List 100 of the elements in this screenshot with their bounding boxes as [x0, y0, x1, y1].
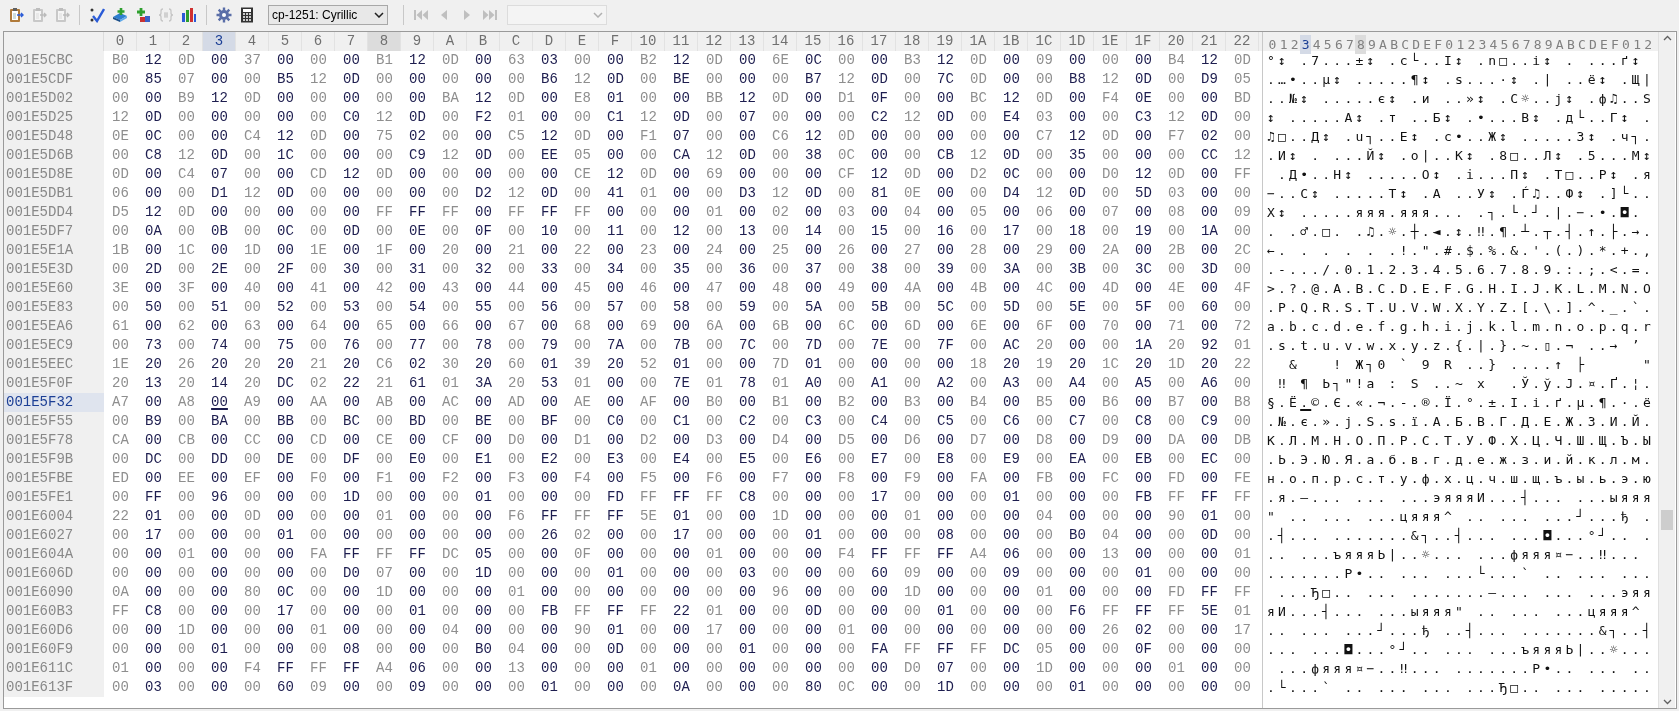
hex-byte-cell[interactable]: D7 — [962, 431, 995, 450]
hex-byte-cell[interactable]: 00 — [533, 564, 566, 583]
hex-byte-cell[interactable]: 0F — [1127, 640, 1160, 659]
hex-byte-cell[interactable]: FF — [533, 203, 566, 222]
hex-byte-cell[interactable]: 52 — [269, 298, 302, 317]
hex-byte-cell[interactable]: 00 — [698, 412, 731, 431]
hex-byte-cell[interactable]: 81 — [863, 184, 896, 203]
hex-byte-cell[interactable]: 00 — [467, 393, 500, 412]
hex-byte-cell[interactable]: 5E — [632, 507, 665, 526]
hex-byte-cell[interactable]: 00 — [434, 127, 467, 146]
hex-byte-cell[interactable]: 12 — [797, 127, 830, 146]
hex-byte-cell[interactable]: 00 — [533, 165, 566, 184]
hex-byte-cell[interactable]: F6 — [500, 507, 533, 526]
hex-byte-cell[interactable]: 00 — [797, 621, 830, 640]
hex-byte-cell[interactable]: D0 — [335, 564, 368, 583]
hex-byte-cell[interactable]: 00 — [302, 640, 335, 659]
hex-byte-cell[interactable]: FF — [896, 640, 929, 659]
hex-byte-cell[interactable]: 00 — [269, 317, 302, 336]
hex-byte-cell[interactable]: 00 — [434, 184, 467, 203]
hex-byte-cell[interactable]: 02 — [566, 526, 599, 545]
hex-byte-cell[interactable]: 01 — [1028, 583, 1061, 602]
hex-byte-cell[interactable]: 00 — [632, 583, 665, 602]
hex-byte-cell[interactable]: D5 — [104, 203, 137, 222]
hex-byte-cell[interactable]: 12 — [764, 184, 797, 203]
hex-byte-cell[interactable]: 80 — [797, 678, 830, 697]
hex-byte-cell[interactable]: BD — [1226, 89, 1259, 108]
hex-byte-cell[interactable]: 00 — [632, 146, 665, 165]
hex-byte-cell[interactable]: D2 — [467, 184, 500, 203]
hex-byte-cell[interactable]: 00 — [1028, 412, 1061, 431]
hex-byte-cell[interactable]: 00 — [896, 298, 929, 317]
hex-byte-cell[interactable]: 00 — [1094, 488, 1127, 507]
hex-byte-cell[interactable]: 00 — [797, 203, 830, 222]
hex-byte-cell[interactable]: 12 — [665, 222, 698, 241]
hex-byte-cell[interactable]: 5E — [1193, 602, 1226, 621]
hex-byte-cell[interactable]: 00 — [830, 298, 863, 317]
hex-byte-cell[interactable]: 00 — [566, 583, 599, 602]
hex-byte-cell[interactable]: 00 — [401, 526, 434, 545]
hex-byte-cell[interactable]: 00 — [236, 203, 269, 222]
hex-byte-cell[interactable]: 00 — [665, 469, 698, 488]
hex-byte-cell[interactable]: 13 — [1094, 545, 1127, 564]
hex-byte-cell[interactable]: 00 — [995, 431, 1028, 450]
hex-byte-cell[interactable]: 0F — [566, 545, 599, 564]
hex-byte-cell[interactable]: 00 — [863, 621, 896, 640]
hex-byte-cell[interactable]: 00 — [500, 602, 533, 621]
hex-byte-cell[interactable]: BA — [203, 412, 236, 431]
hex-byte-cell[interactable]: F2 — [434, 469, 467, 488]
hex-byte-cell[interactable]: 20 — [995, 355, 1028, 374]
hex-byte-cell[interactable]: 00 — [236, 488, 269, 507]
hex-byte-cell[interactable]: 00 — [533, 393, 566, 412]
hex-byte-cell[interactable]: BF — [533, 412, 566, 431]
hex-byte-cell[interactable]: 00 — [533, 659, 566, 678]
hex-byte-cell[interactable]: 1F — [368, 241, 401, 260]
hex-byte-cell[interactable]: 1E — [104, 355, 137, 374]
hex-byte-cell[interactable]: CC — [1193, 146, 1226, 165]
hex-byte-cell[interactable]: 00 — [104, 298, 137, 317]
hex-byte-cell[interactable]: D1 — [830, 89, 863, 108]
hex-byte-cell[interactable]: 00 — [632, 412, 665, 431]
hex-byte-cell[interactable]: 62 — [170, 317, 203, 336]
hex-byte-cell[interactable]: 00 — [665, 659, 698, 678]
hex-byte-cell[interactable]: 30 — [335, 260, 368, 279]
hex-byte-cell[interactable]: 00 — [236, 640, 269, 659]
hex-byte-cell[interactable]: 1C — [170, 241, 203, 260]
hex-byte-cell[interactable]: 05 — [962, 203, 995, 222]
hex-byte-cell[interactable]: 19 — [1028, 355, 1061, 374]
hex-byte-cell[interactable]: FF — [368, 203, 401, 222]
hex-byte-cell[interactable]: 00 — [137, 583, 170, 602]
hex-byte-cell[interactable]: 00 — [797, 165, 830, 184]
hex-byte-cell[interactable]: 00 — [302, 108, 335, 127]
hex-byte-cell[interactable]: 4D — [1094, 279, 1127, 298]
hex-byte-cell[interactable]: 00 — [1127, 659, 1160, 678]
hex-byte-cell[interactable]: 12 — [863, 165, 896, 184]
hex-byte-cell[interactable]: 00 — [467, 678, 500, 697]
hex-byte-cell[interactable]: 38 — [863, 260, 896, 279]
hex-byte-cell[interactable]: 0C — [995, 165, 1028, 184]
hex-byte-cell[interactable]: FF — [401, 203, 434, 222]
hex-byte-cell[interactable]: BE — [467, 412, 500, 431]
hex-byte-cell[interactable]: 00 — [896, 621, 929, 640]
hex-byte-cell[interactable]: 01 — [170, 545, 203, 564]
hex-byte-cell[interactable]: 00 — [962, 621, 995, 640]
hex-byte-cell[interactable]: 00 — [434, 108, 467, 127]
hex-byte-cell[interactable]: 0C — [830, 678, 863, 697]
hex-byte-cell[interactable]: 7A — [599, 336, 632, 355]
hex-byte-cell[interactable]: 3E — [104, 279, 137, 298]
hex-byte-cell[interactable]: 00 — [599, 678, 632, 697]
hex-byte-cell[interactable]: 43 — [434, 279, 467, 298]
hex-byte-cell[interactable]: 31 — [401, 260, 434, 279]
hex-byte-cell[interactable]: 00 — [434, 526, 467, 545]
hex-byte-cell[interactable]: DC — [269, 374, 302, 393]
hex-byte-cell[interactable]: FF — [929, 545, 962, 564]
hex-byte-cell[interactable]: 00 — [731, 317, 764, 336]
hex-byte-cell[interactable]: 00 — [104, 488, 137, 507]
hex-byte-cell[interactable]: 00 — [995, 602, 1028, 621]
hex-byte-cell[interactable]: 00 — [137, 564, 170, 583]
hex-byte-cell[interactable]: 00 — [797, 108, 830, 127]
hex-byte-cell[interactable]: 85 — [137, 70, 170, 89]
hex-byte-cell[interactable]: 02 — [401, 355, 434, 374]
hex-byte-cell[interactable]: 00 — [203, 393, 236, 412]
hex-byte-cell[interactable]: FF — [1226, 165, 1259, 184]
hex-byte-cell[interactable]: 00 — [830, 507, 863, 526]
hex-byte-cell[interactable]: E6 — [797, 450, 830, 469]
